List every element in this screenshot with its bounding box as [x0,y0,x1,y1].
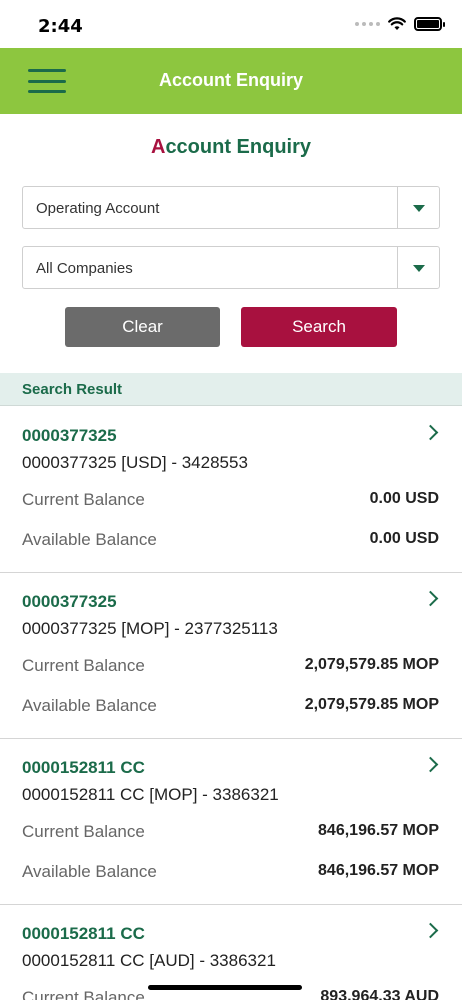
status-icons [355,17,445,31]
available-balance-label: Available Balance [22,862,157,881]
account-id: 0000377325 [22,592,117,611]
current-balance-value: 893,964.33 AUD [320,988,439,1000]
app-header: Account Enquiry [0,48,462,114]
clear-button[interactable]: Clear [65,307,220,347]
account-list-item[interactable]: 0000377325 0000377325 [USD] - 3428553 Cu… [0,407,462,573]
account-description: 0000152811 CC [AUD] - 3386321 [22,951,276,970]
status-time: 2:44 [38,16,83,37]
chevron-right-icon[interactable] [422,922,439,939]
available-balance-value: 0.00 USD [369,530,439,547]
account-description: 0000377325 [USD] - 3428553 [22,453,248,472]
wifi-icon [388,17,406,30]
current-balance-label: Current Balance [22,822,145,841]
chevron-down-icon[interactable] [413,265,425,272]
search-button[interactable]: Search [241,307,397,347]
account-id: 0000377325 [22,426,117,445]
search-result-header: Search Result [0,373,462,406]
chevron-down-icon[interactable] [413,205,425,212]
account-type-value: Operating Account [36,200,160,217]
chevron-right-icon[interactable] [422,424,439,441]
available-balance-label: Available Balance [22,530,157,549]
page-title-accent: A [150,136,166,158]
select-divider [397,187,398,228]
account-list-item[interactable]: 0000152811 CC 0000152811 CC [MOP] - 3386… [0,739,462,905]
available-balance-label: Available Balance [22,696,157,715]
select-divider [397,247,398,288]
current-balance-value: 846,196.57 MOP [318,822,439,839]
search-result-heading: Search Result [22,381,123,398]
available-balance-value: 2,079,579.85 MOP [304,696,439,713]
account-description: 0000152811 CC [MOP] - 3386321 [22,785,279,804]
current-balance-value: 0.00 USD [369,490,439,507]
available-balance-value: 846,196.57 MOP [318,862,439,879]
account-type-select[interactable]: Operating Account [22,186,440,229]
chevron-right-icon[interactable] [422,756,439,773]
signal-icon [355,22,380,26]
account-id: 0000152811 CC [22,758,145,777]
current-balance-label: Current Balance [22,656,145,675]
status-bar: 2:44 [0,0,462,48]
account-list-item[interactable]: 0000377325 0000377325 [MOP] - 2377325113… [0,573,462,739]
company-select[interactable]: All Companies [22,246,440,289]
battery-icon [414,17,445,31]
company-value: All Companies [36,260,133,277]
current-balance-label: Current Balance [22,490,145,509]
account-id: 0000152811 CC [22,924,145,943]
chevron-right-icon[interactable] [422,590,439,607]
current-balance-label: Current Balance [22,988,145,1000]
page-title: Account Enquiry [0,136,462,164]
account-description: 0000377325 [MOP] - 2377325113 [22,619,278,638]
page-title-rest: ccount Enquiry [165,136,312,158]
current-balance-value: 2,079,579.85 MOP [304,656,439,673]
header-title: Account Enquiry [158,70,303,90]
home-indicator[interactable] [148,985,302,990]
